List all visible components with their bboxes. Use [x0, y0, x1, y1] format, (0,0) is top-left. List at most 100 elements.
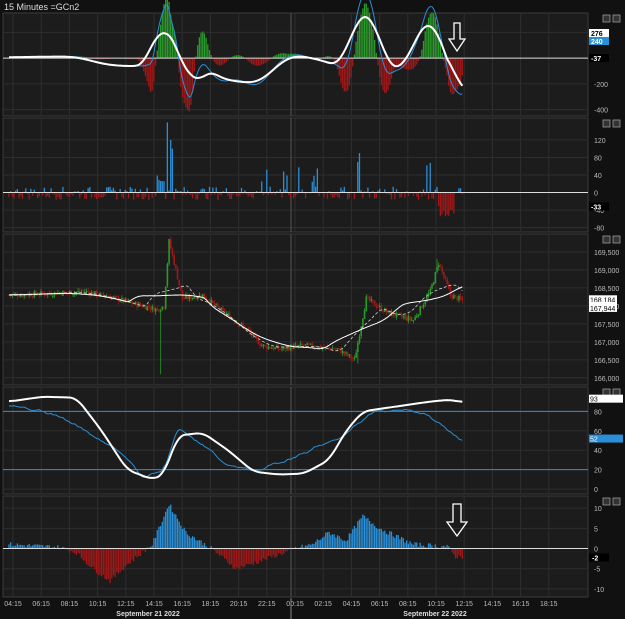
candle-body	[328, 347, 330, 349]
osc-bar	[217, 548, 219, 554]
osc-bar	[153, 538, 155, 549]
osc-bar	[89, 548, 91, 567]
candle-body	[158, 309, 160, 312]
volume-bar	[129, 187, 131, 193]
candle-body	[370, 299, 373, 301]
volume-bar	[97, 192, 99, 198]
macd-hist-bar	[432, 13, 435, 59]
candle-body	[365, 296, 368, 311]
volume-bar	[131, 188, 133, 193]
osc-bar	[195, 540, 197, 549]
osc-bar	[240, 548, 243, 567]
candle-body	[191, 297, 194, 299]
osc-bar	[102, 548, 104, 575]
candle-body	[242, 323, 245, 326]
y-tick-label: 0	[594, 547, 598, 554]
osc-bar	[114, 548, 116, 578]
candle-body	[294, 344, 297, 346]
osc-bar	[254, 548, 256, 562]
readout-value: 93	[590, 397, 598, 404]
osc-bar	[453, 548, 455, 555]
pane-volume-delta: 12080400-40-80-33	[2, 117, 621, 233]
candle-body	[367, 296, 369, 298]
candle-body	[298, 344, 300, 346]
volume-bar	[281, 192, 283, 198]
y-tick-label: 0	[594, 487, 598, 494]
candle-body	[357, 342, 359, 353]
macd-hist-bar	[188, 58, 190, 112]
candle-body	[311, 343, 314, 348]
candle-body	[395, 312, 398, 317]
volume-bar	[326, 192, 329, 199]
osc-bar	[229, 548, 231, 565]
osc-bar	[336, 535, 339, 549]
osc-bar	[136, 548, 138, 558]
osc-bar	[107, 548, 110, 580]
volume-bar	[95, 192, 98, 200]
volume-bar	[311, 181, 313, 193]
osc-bar	[269, 548, 271, 556]
osc-bar	[387, 534, 389, 549]
osc-bar	[203, 542, 206, 549]
macd-hist-bar	[421, 49, 423, 59]
volume-bar	[18, 192, 20, 199]
y-tick-label: -400	[594, 108, 608, 115]
osc-bar	[277, 548, 280, 554]
volume-bar	[154, 192, 157, 197]
macd-hist-bar	[343, 58, 345, 92]
volume-bar	[240, 187, 243, 193]
osc-bar	[399, 539, 401, 549]
volume-bar	[421, 192, 423, 197]
volume-bar	[119, 189, 121, 193]
candle-body	[102, 293, 105, 296]
candle-body	[156, 308, 159, 310]
osc-bar	[330, 535, 332, 549]
volume-bar	[266, 169, 268, 193]
osc-bar	[112, 548, 115, 576]
osc-bar	[406, 540, 408, 549]
osc-bar	[168, 506, 170, 549]
restore-icon	[602, 14, 611, 23]
osc-bar	[328, 531, 330, 549]
osc-bar	[392, 536, 394, 549]
macd-hist-bar	[282, 53, 285, 59]
macd-hist-bar	[358, 22, 361, 59]
osc-bar	[173, 513, 175, 549]
x-date-label: September 22 2022	[403, 611, 467, 618]
osc-bar	[124, 548, 126, 567]
osc-bar	[400, 536, 403, 549]
candle-body	[331, 348, 334, 350]
macd-hist-bar	[431, 12, 433, 59]
osc-bar	[404, 542, 406, 549]
osc-bar	[389, 531, 391, 549]
volume-bar	[138, 192, 140, 198]
candle-body	[335, 348, 337, 350]
candle-body	[378, 305, 381, 307]
volume-bar	[62, 186, 64, 193]
osc-bar	[331, 534, 334, 549]
volume-bar	[436, 186, 438, 193]
macd-hist-bar	[451, 58, 453, 95]
osc-bar	[362, 514, 364, 549]
osc-bar	[42, 545, 44, 549]
macd-hist-bar	[456, 58, 458, 90]
restore-icon	[602, 497, 611, 506]
volume-bar	[379, 188, 381, 193]
osc-bar	[395, 534, 398, 549]
candle-body	[409, 316, 411, 320]
x-tick-label: 02:15	[314, 601, 332, 608]
candle-body	[210, 299, 213, 304]
candle-body	[173, 254, 175, 266]
osc-bar	[23, 545, 25, 549]
volume-bar	[122, 192, 125, 199]
osc-bar	[138, 548, 140, 556]
y-tick-label: 80	[594, 155, 602, 162]
macd-hist-bar	[357, 31, 359, 59]
osc-bar	[370, 523, 372, 549]
candle-body	[159, 310, 162, 312]
candle-body	[353, 357, 356, 359]
macd-hist-bar	[384, 58, 386, 93]
volume-bar	[127, 192, 130, 199]
candle-body	[116, 296, 118, 298]
candle-body	[52, 295, 54, 297]
